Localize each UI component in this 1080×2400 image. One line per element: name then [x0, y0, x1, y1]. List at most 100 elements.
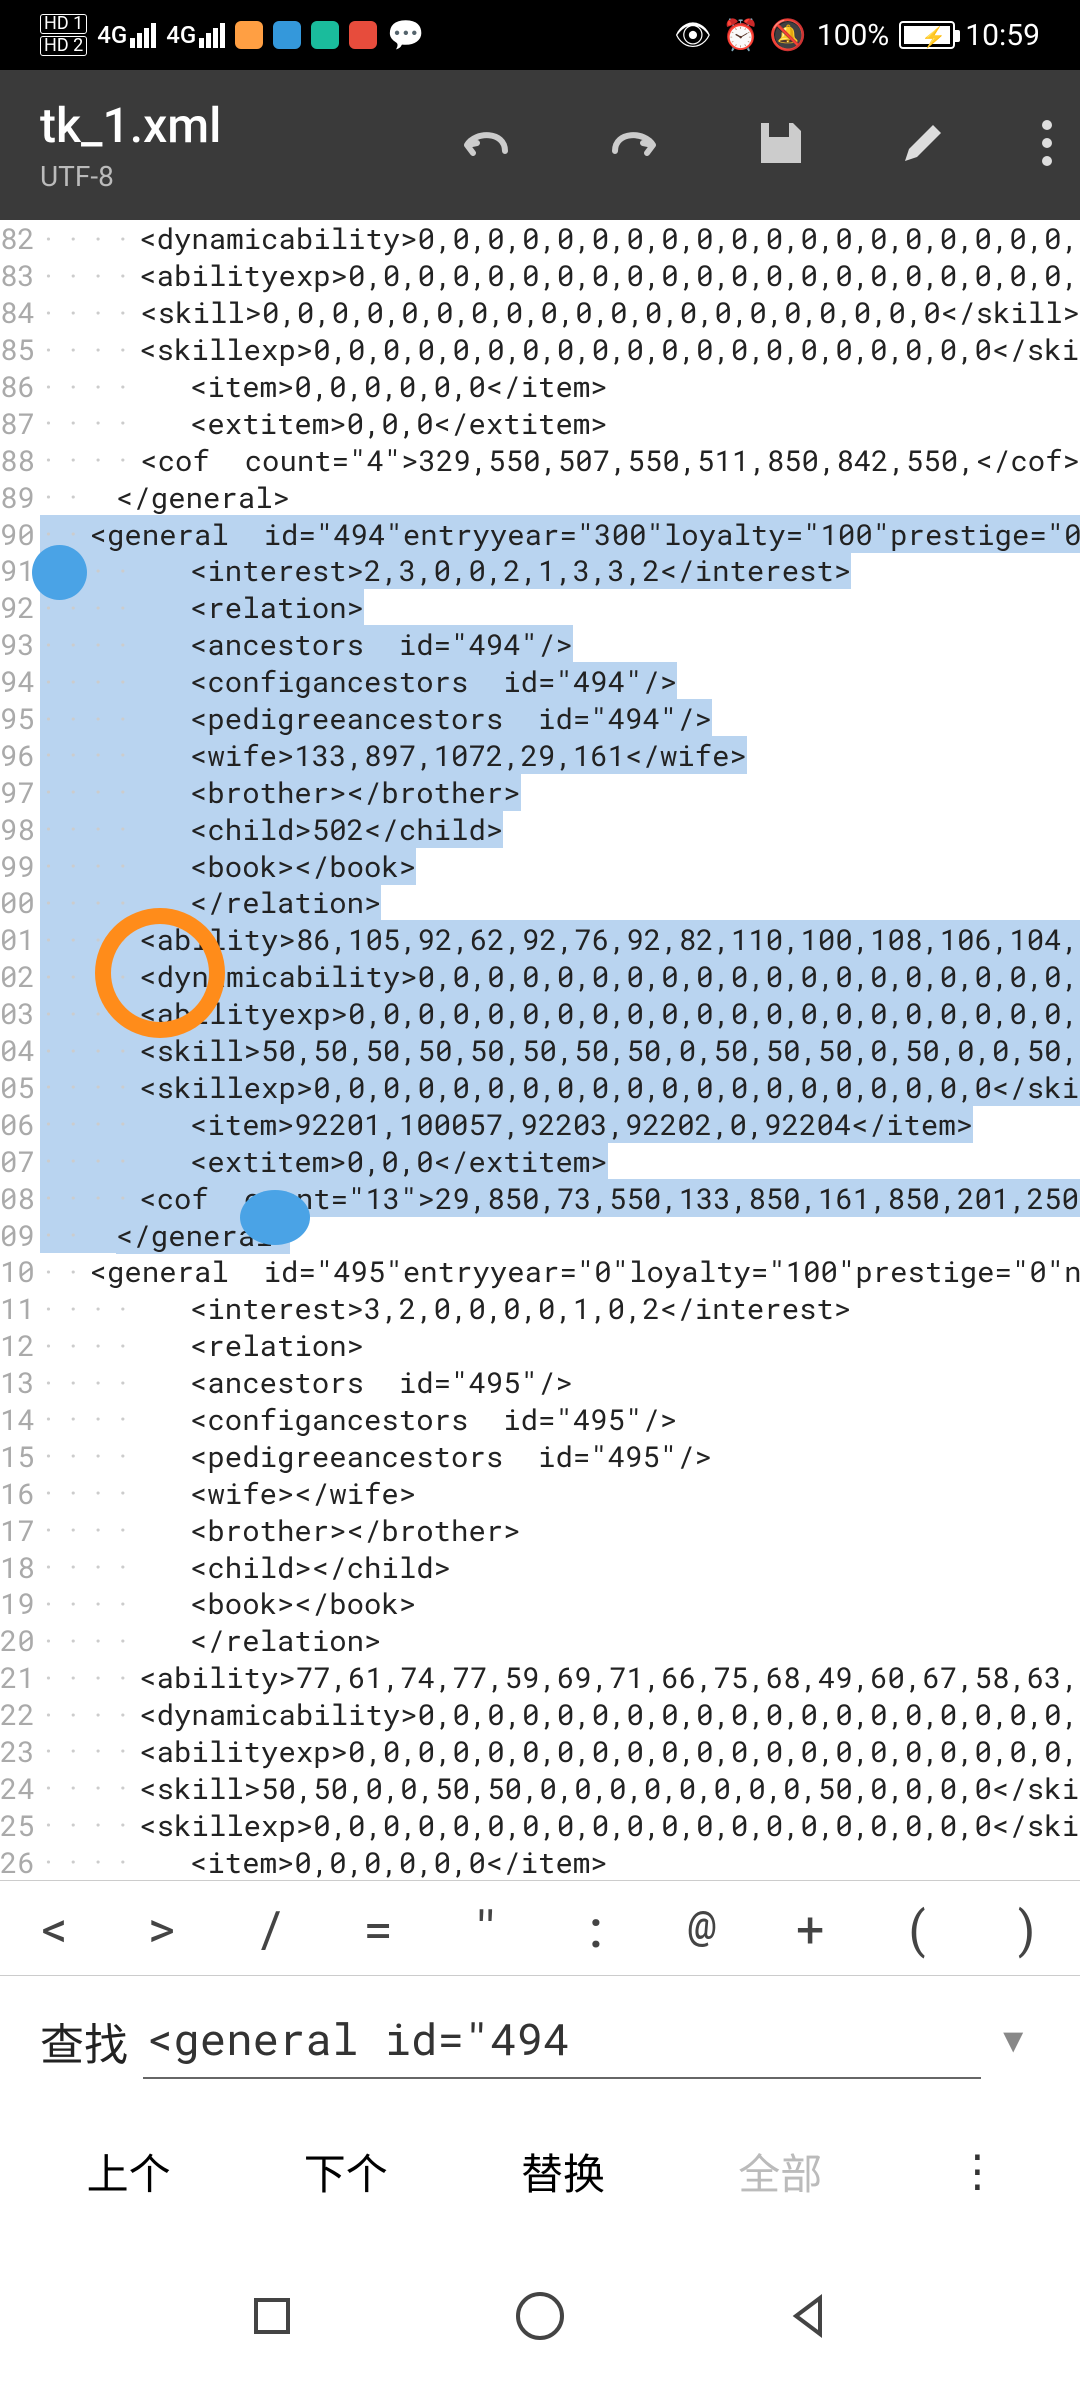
code-text[interactable]: <item>0,0,0,0,0,0</item>: [190, 1843, 608, 1880]
code-text[interactable]: <brother></brother>: [190, 1511, 521, 1549]
find-overflow-button[interactable]: ⋮: [955, 2145, 993, 2197]
code-text[interactable]: </relation>: [190, 1621, 381, 1659]
code-line[interactable]: 95····<pedigreeancestors id="494"/>: [0, 700, 1080, 737]
code-line[interactable]: 24····<skill>50,50,0,0,50,50,0,0,0,0,0,0…: [0, 1769, 1080, 1806]
code-text[interactable]: <skill>0,0,0,0,0,0,0,0,0,0,0,0,0,0,0,0,0…: [140, 293, 1080, 331]
code-line[interactable]: 04····<skill>50,50,50,50,50,50,50,50,0,5…: [0, 1032, 1080, 1069]
code-text[interactable]: <skillexp>0,0,0,0,0,0,0,0,0,0,0,0,0,0,0,…: [139, 1068, 1080, 1106]
code-text[interactable]: <dynamicability>0,0,0,0,0,0,0,0,0,0,0,0,…: [139, 1695, 1080, 1733]
sym-lparen[interactable]: (: [903, 1895, 933, 1961]
code-text[interactable]: <cof count="13">29,850,73,550,133,850,16…: [139, 1179, 1080, 1217]
sym-plus[interactable]: +: [795, 1895, 825, 1961]
code-line[interactable]: 94····<configancestors id="494"/>: [0, 663, 1080, 700]
code-line[interactable]: 03····<abilityexp>0,0,0,0,0,0,0,0,0,0,0,…: [0, 995, 1080, 1032]
code-line[interactable]: 14····<configancestors id="495"/>: [0, 1401, 1080, 1438]
back-button[interactable]: [784, 2292, 832, 2344]
code-line[interactable]: 00····</relation>: [0, 884, 1080, 921]
code-line[interactable]: 06····<item>92201,100057,92203,92202,0,9…: [0, 1105, 1080, 1142]
code-line[interactable]: 10··<general id="495"entryyear="0"loyalt…: [0, 1253, 1080, 1290]
code-text[interactable]: <brother></brother>: [190, 773, 521, 811]
code-text[interactable]: <wife>133,897,1072,29,161</wife>: [190, 736, 747, 774]
code-editor[interactable]: 82····<dynamicability>0,0,0,0,0,0,0,0,0,…: [0, 220, 1080, 1880]
code-line[interactable]: 96····<wife>133,897,1072,29,161</wife>: [0, 736, 1080, 773]
code-line[interactable]: 83····<abilityexp>0,0,0,0,0,0,0,0,0,0,0,…: [0, 257, 1080, 294]
code-text[interactable]: <skillexp>0,0,0,0,0,0,0,0,0,0,0,0,0,0,0,…: [139, 1806, 1080, 1844]
code-text[interactable]: <ancestors id="495"/>: [190, 1363, 573, 1401]
code-text[interactable]: <wife></wife>: [190, 1474, 416, 1512]
code-line[interactable]: 16····<wife></wife>: [0, 1474, 1080, 1511]
code-text[interactable]: <ability>77,61,74,77,59,69,71,66,75,68,4…: [139, 1658, 1080, 1696]
find-input[interactable]: <general id="494: [143, 2003, 981, 2079]
sym-eq[interactable]: =: [363, 1895, 393, 1961]
code-line[interactable]: 89··</general>: [0, 478, 1080, 515]
code-line[interactable]: 85····<skillexp>0,0,0,0,0,0,0,0,0,0,0,0,…: [0, 331, 1080, 368]
code-text[interactable]: <relation>: [190, 588, 364, 626]
replace-all-button[interactable]: 全部: [738, 2141, 822, 2202]
code-line[interactable]: 19····<book></book>: [0, 1585, 1080, 1622]
code-line[interactable]: 01····<ability>86,105,92,62,92,76,92,82,…: [0, 921, 1080, 958]
code-text[interactable]: <configancestors id="494"/>: [190, 662, 677, 700]
code-line[interactable]: 20····</relation>: [0, 1622, 1080, 1659]
code-line[interactable]: 09··</general>: [0, 1216, 1080, 1253]
code-line[interactable]: 25····<skillexp>0,0,0,0,0,0,0,0,0,0,0,0,…: [0, 1806, 1080, 1843]
redo-button[interactable]: [605, 121, 665, 169]
code-text[interactable]: <item>0,0,0,0,0,0</item>: [190, 367, 608, 405]
save-button[interactable]: [755, 117, 807, 173]
replace-button[interactable]: 替换: [521, 2141, 605, 2202]
code-text[interactable]: <ability>86,105,92,62,92,76,92,82,110,10…: [139, 920, 1080, 958]
code-text[interactable]: <pedigreeancestors id="494"/>: [190, 699, 712, 737]
code-text[interactable]: <skill>50,50,50,50,50,50,50,50,0,50,50,5…: [139, 1031, 1080, 1069]
code-text[interactable]: </general>: [116, 478, 290, 516]
code-line[interactable]: 13····<ancestors id="495"/>: [0, 1364, 1080, 1401]
code-line[interactable]: 82····<dynamicability>0,0,0,0,0,0,0,0,0,…: [0, 220, 1080, 257]
sym-at[interactable]: @: [687, 1895, 717, 1961]
overflow-menu-button[interactable]: [1039, 117, 1055, 173]
code-line[interactable]: 87····<extitem>0,0,0</extitem>: [0, 404, 1080, 441]
sym-slash[interactable]: /: [255, 1895, 285, 1961]
code-line[interactable]: 17····<brother></brother>: [0, 1511, 1080, 1548]
sym-gt[interactable]: >: [147, 1895, 177, 1961]
code-line[interactable]: 92····<relation>: [0, 589, 1080, 626]
code-line[interactable]: 99····<book></book>: [0, 847, 1080, 884]
code-text[interactable]: <book></book>: [190, 1584, 416, 1622]
code-line[interactable]: 05····<skillexp>0,0,0,0,0,0,0,0,0,0,0,0,…: [0, 1068, 1080, 1105]
code-text[interactable]: <interest>3,2,0,0,0,0,1,0,2</interest>: [190, 1289, 851, 1327]
edit-button[interactable]: [897, 117, 949, 173]
code-line[interactable]: 11····<interest>3,2,0,0,0,0,1,0,2</inter…: [0, 1290, 1080, 1327]
code-line[interactable]: 88····<cof count="4">329,550,507,550,511…: [0, 441, 1080, 478]
code-line[interactable]: 15····<pedigreeancestors id="495"/>: [0, 1437, 1080, 1474]
find-prev-button[interactable]: 上个: [87, 2141, 171, 2202]
code-text[interactable]: <extitem>0,0,0</extitem>: [190, 404, 608, 442]
code-text[interactable]: <general id="494"entryyear="300"loyalty=…: [90, 515, 1080, 553]
code-text[interactable]: </general>: [116, 1216, 290, 1254]
code-line[interactable]: 12····<relation>: [0, 1327, 1080, 1364]
home-button[interactable]: [513, 2289, 567, 2347]
code-text[interactable]: <abilityexp>0,0,0,0,0,0,0,0,0,0,0,0,0,0,…: [139, 994, 1080, 1032]
code-text[interactable]: <item>92201,100057,92203,92202,0,92204</…: [190, 1105, 973, 1143]
sym-colon[interactable]: :: [579, 1895, 609, 1961]
code-text[interactable]: <pedigreeancestors id="495"/>: [190, 1437, 712, 1475]
code-line[interactable]: 21····<ability>77,61,74,77,59,69,71,66,7…: [0, 1659, 1080, 1696]
code-line[interactable]: 26····<item>0,0,0,0,0,0</item>: [0, 1843, 1080, 1880]
code-line[interactable]: 84····<skill>0,0,0,0,0,0,0,0,0,0,0,0,0,0…: [0, 294, 1080, 331]
code-text[interactable]: <abilityexp>0,0,0,0,0,0,0,0,0,0,0,0,0,0,…: [139, 256, 1080, 294]
code-text[interactable]: <interest>2,3,0,0,2,1,3,3,2</interest>: [190, 551, 851, 589]
code-text[interactable]: <dynamicability>0,0,0,0,0,0,0,0,0,0,0,0,…: [139, 220, 1080, 257]
sym-lt[interactable]: <: [39, 1895, 69, 1961]
code-text[interactable]: <abilityexp>0,0,0,0,0,0,0,0,0,0,0,0,0,0,…: [139, 1732, 1080, 1770]
code-line[interactable]: 07····<extitem>0,0,0</extitem>: [0, 1142, 1080, 1179]
code-text[interactable]: <configancestors id="495"/>: [190, 1400, 677, 1438]
code-text[interactable]: <child>502</child>: [190, 810, 503, 848]
code-text[interactable]: <cof count="4">329,550,507,550,511,850,8…: [140, 441, 1080, 479]
code-text[interactable]: <skill>50,50,0,0,50,50,0,0,0,0,0,0,0,0,5…: [139, 1769, 1080, 1807]
sym-quote[interactable]: ": [471, 1895, 501, 1961]
title-block[interactable]: tk_1.xml UTF-8: [40, 97, 261, 193]
code-text[interactable]: <book></book>: [190, 847, 416, 885]
code-line[interactable]: 90··<general id="494"entryyear="300"loya…: [0, 515, 1080, 552]
find-dropdown-icon[interactable]: ▼: [996, 2021, 1030, 2061]
code-text[interactable]: <extitem>0,0,0</extitem>: [190, 1142, 608, 1180]
code-line[interactable]: 22····<dynamicability>0,0,0,0,0,0,0,0,0,…: [0, 1696, 1080, 1733]
code-text[interactable]: <ancestors id="494"/>: [190, 625, 573, 663]
code-line[interactable]: 02····<dynamicability>0,0,0,0,0,0,0,0,0,…: [0, 958, 1080, 995]
undo-button[interactable]: [455, 121, 515, 169]
